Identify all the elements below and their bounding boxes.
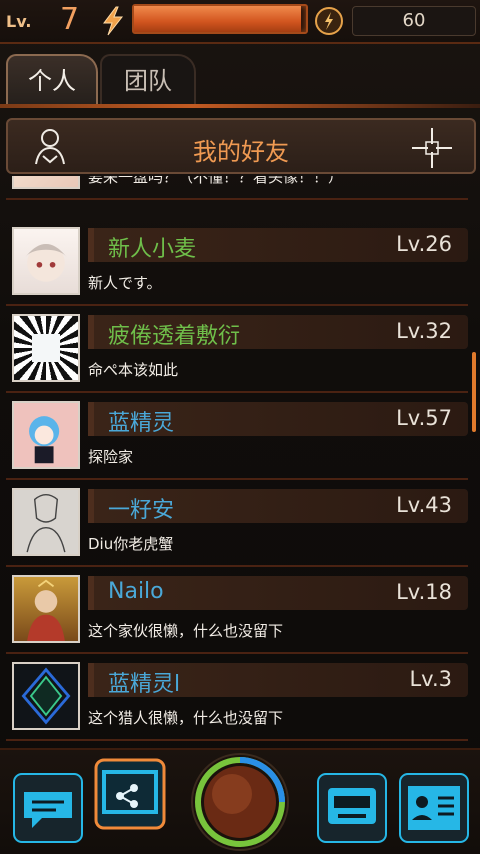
friend-bio: 新人です。	[88, 274, 162, 292]
bottom-nav	[0, 748, 480, 854]
friend-name: 新人小麦	[108, 237, 197, 262]
level-value: 7	[60, 2, 80, 37]
list-scrollbar[interactable]	[472, 352, 476, 432]
friend-list[interactable]: 要来一盘吗？（不懂！？看头像！！） 新人小麦 Lv.26 新人です。 疲倦透着敷…	[6, 176, 476, 742]
friend-level: Lv.26	[396, 232, 452, 256]
list-item[interactable]: 疲倦透着敷衍 Lv.32 命ぺ本该如此	[6, 307, 468, 393]
list-item[interactable]: 新人小麦 Lv.26 新人です。	[6, 220, 468, 306]
friend-name: Nailo	[108, 579, 164, 604]
friend-name-bar: 新人小麦 Lv.26	[88, 228, 468, 262]
share-icon[interactable]	[94, 758, 166, 830]
list-item[interactable]: 一籽安 Lv.43 Diu你老虎蟹	[6, 481, 468, 567]
list-item[interactable]: 要来一盘吗？（不懂！？看头像！！）	[6, 176, 468, 200]
friend-name-bar: Nailo Lv.18	[88, 576, 468, 610]
friend-name-bar: 疲倦透着敷衍 Lv.32	[88, 315, 468, 349]
friend-name: 一籽安	[108, 498, 175, 523]
tab-personal[interactable]: 个人	[6, 54, 98, 104]
energy-bar	[132, 4, 308, 34]
avatar	[12, 176, 80, 189]
friend-name: 蓝精灵	[108, 411, 175, 436]
friend-bio: 这个猎人很懒，什么也没留下	[88, 709, 284, 727]
friend-bio: Diu你老虎蟹	[88, 535, 174, 553]
avatar	[12, 488, 80, 556]
add-friend-icon[interactable]	[410, 126, 454, 170]
friend-bio: 命ぺ本该如此	[88, 361, 179, 379]
app-screen: Lv. 7 60 个人 团队 我的好友 要来一盘吗？（不懂！？看头像！！） 新人…	[0, 0, 480, 854]
avatar	[12, 227, 80, 295]
friend-level: Lv.57	[396, 406, 452, 430]
avatar	[12, 401, 80, 469]
friend-level: Lv.3	[409, 667, 452, 691]
friend-level: Lv.18	[396, 580, 452, 604]
friend-name-bar: 蓝精灵 Lv.57	[88, 402, 468, 436]
friend-bio: 这个家伙很懒，什么也没留下	[88, 622, 284, 640]
list-item[interactable]: Nailo Lv.18 这个家伙很懒，什么也没留下	[6, 568, 468, 654]
tab-team[interactable]: 团队	[100, 54, 196, 104]
friend-name: 蓝精灵l	[108, 672, 181, 697]
coin-icon	[315, 7, 343, 35]
level-label: Lv.	[6, 12, 32, 31]
status-bar: Lv. 7 60	[0, 0, 480, 44]
friend-name: 疲倦透着敷衍	[108, 324, 241, 349]
friend-name-bar: 一籽安 Lv.43	[88, 489, 468, 523]
energy-fill	[134, 6, 301, 32]
profile-card-icon[interactable]	[398, 772, 470, 844]
store-icon[interactable]	[316, 772, 388, 844]
coin-count: 60	[352, 6, 476, 36]
avatar	[12, 314, 80, 382]
friend-name-bar: 蓝精灵l Lv.3	[88, 663, 468, 697]
tab-divider	[0, 104, 480, 108]
friends-header: 我的好友	[6, 118, 476, 174]
list-item[interactable]: 蓝精灵 Lv.57 探险家	[6, 394, 468, 480]
page-title: 我的好友	[193, 138, 289, 166]
list-item[interactable]: 蓝精灵l Lv.3 这个猎人很懒，什么也没留下	[6, 655, 468, 741]
friend-level: Lv.32	[396, 319, 452, 343]
home-orb-button[interactable]	[188, 750, 292, 854]
friend-level: Lv.43	[396, 493, 452, 517]
tab-bar: 个人 团队	[0, 46, 480, 110]
bolt-icon	[103, 6, 124, 36]
friend-bio: 要来一盘吗？（不懂！？看头像！！）	[88, 176, 344, 186]
avatar	[12, 575, 80, 643]
chat-icon[interactable]	[12, 772, 84, 844]
avatar	[12, 662, 80, 730]
friend-bio: 探险家	[88, 448, 134, 466]
